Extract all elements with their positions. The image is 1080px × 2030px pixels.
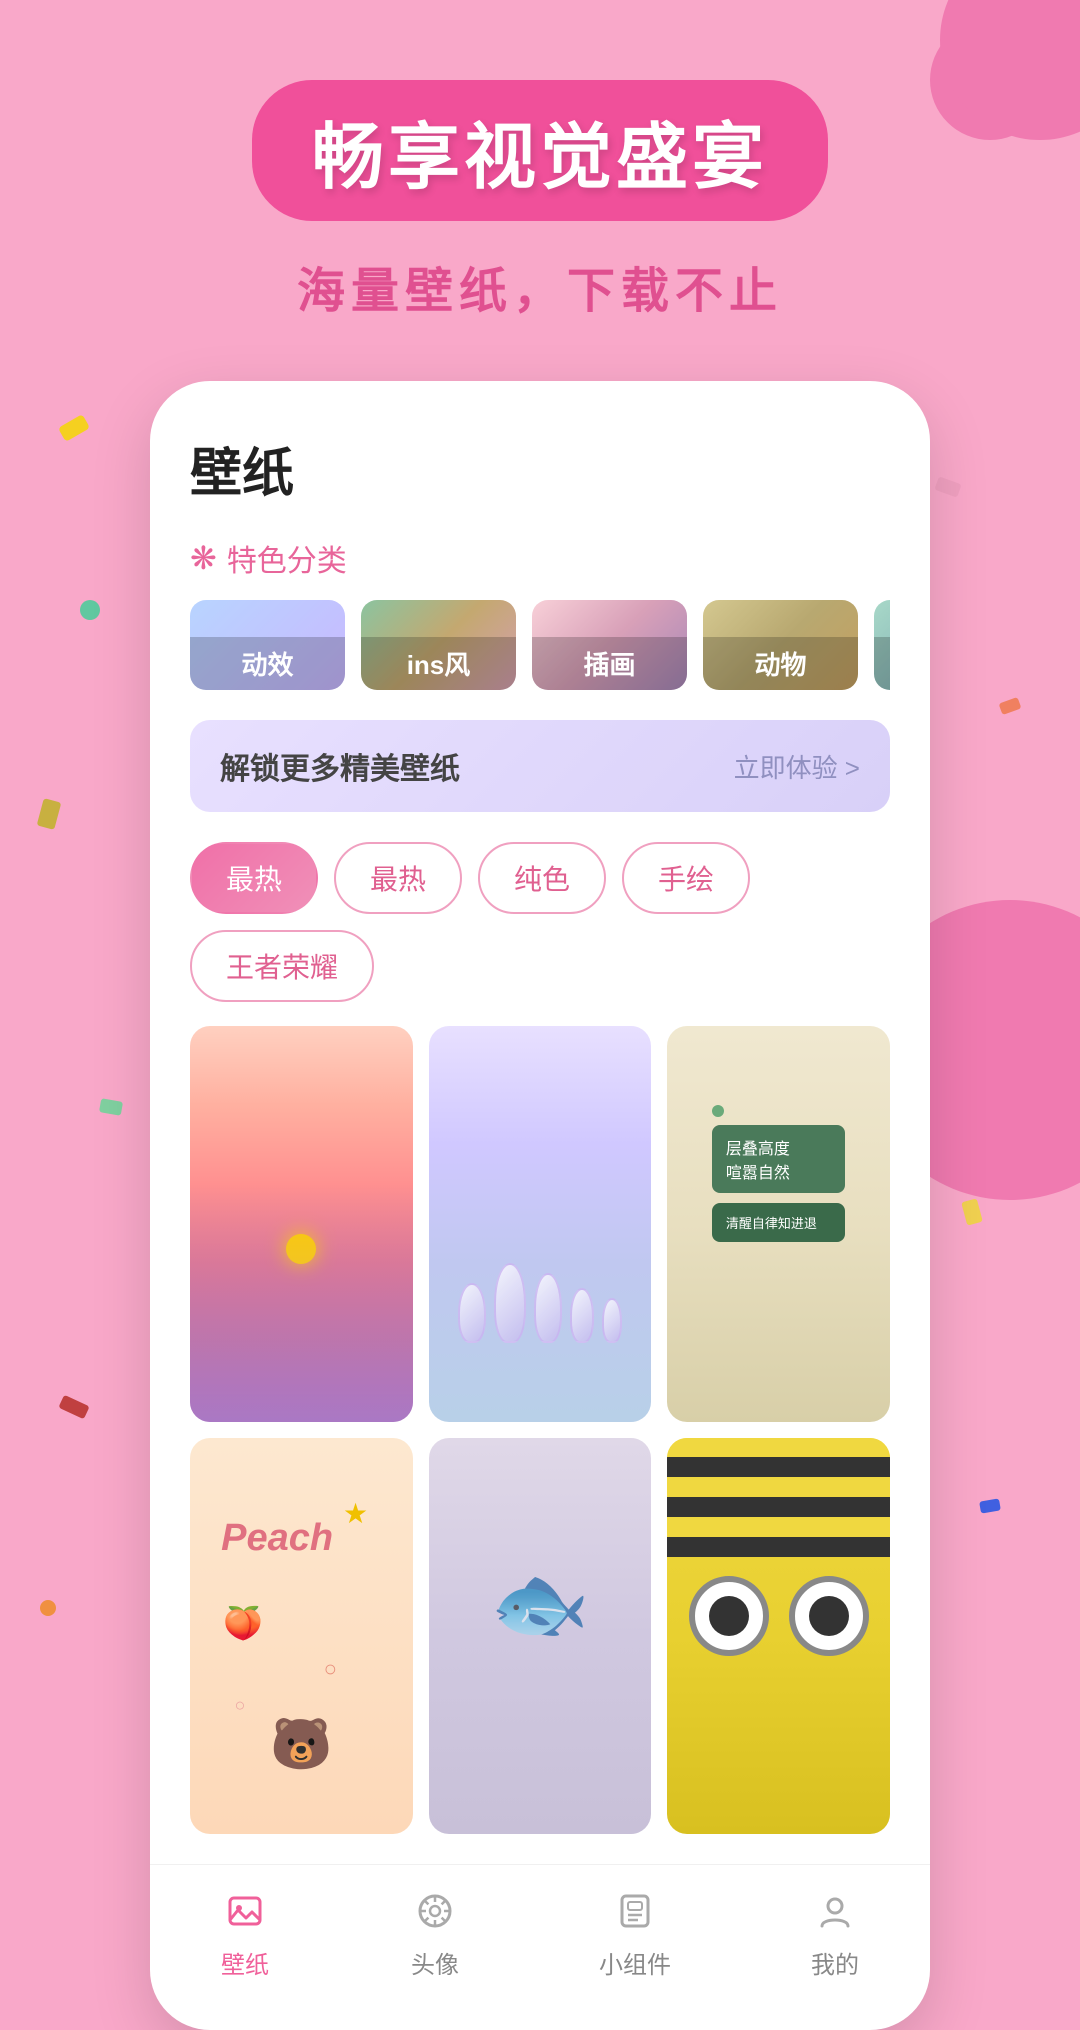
nav-icon-wallpaper (219, 1885, 271, 1937)
category-item-color[interactable]: 色 (874, 600, 890, 690)
minion-eyes (667, 1576, 890, 1656)
nav-icon-widget (609, 1885, 661, 1937)
peach-circle-2: ○ (235, 1695, 246, 1716)
peach-bear: 🐻 (270, 1715, 332, 1774)
confetti-9 (979, 1498, 1001, 1513)
wallpaper-pink-fish[interactable]: 🐟 (429, 1438, 652, 1834)
peach-circle-1: ○ (324, 1656, 337, 1682)
category-label-motion: 动效 (190, 637, 345, 690)
wallpaper-sunset[interactable] (190, 1026, 413, 1422)
confetti-5 (999, 697, 1022, 715)
note-dot (712, 1105, 724, 1117)
wp-notes-content: 层叠高度 喧嚣自然 清醒自律知进退 (667, 1026, 890, 1422)
nav-item-widget[interactable]: 小组件 (599, 1885, 671, 1980)
page-title: 壁纸 (190, 431, 890, 506)
unlock-text: 解锁更多精美壁纸 (220, 744, 460, 788)
filter-tab-honor[interactable]: 王者荣耀 (190, 930, 374, 1002)
peach-text: Peach (221, 1517, 333, 1560)
bottom-nav: 壁纸 头像 (150, 1864, 930, 2010)
note-card-text-3: 清醒自律知进退 (726, 1213, 832, 1232)
unlock-banner[interactable]: 解锁更多精美壁纸 立即体验 > (190, 720, 890, 812)
minion-pupil-right (809, 1596, 849, 1636)
wallpaper-grid: 层叠高度 喧嚣自然 清醒自律知进退 Peach ★ 🐻 🍑 (190, 1026, 890, 1844)
confetti-10 (40, 1600, 56, 1616)
filter-tab-hot2[interactable]: 最热 (334, 842, 462, 914)
section-text: 特色分类 (227, 536, 347, 580)
category-item-illustration[interactable]: 插画 (532, 600, 687, 690)
wp-minion-content (667, 1438, 890, 1834)
filter-tab-pure[interactable]: 纯色 (478, 842, 606, 914)
note-card-2: 清醒自律知进退 (712, 1203, 846, 1242)
crystal-2 (494, 1263, 526, 1343)
header-section: 畅享视觉盛宴 海量壁纸，下载不止 (0, 0, 1080, 321)
peach-fruit: 🍑 (223, 1604, 263, 1642)
nav-label-widget: 小组件 (599, 1945, 671, 1980)
crystal-3 (534, 1273, 562, 1343)
filter-tabs: 最热 最热 纯色 手绘 王者荣耀 (190, 842, 890, 1002)
nav-label-wallpaper: 壁纸 (221, 1945, 269, 1980)
category-label-ins: ins风 (361, 637, 516, 690)
wallpaper-minion[interactable] (667, 1438, 890, 1834)
minion-eye-right (789, 1576, 869, 1656)
confetti-7 (961, 1198, 983, 1225)
wallpaper-crystals[interactable] (429, 1026, 652, 1422)
wp-sea-overlay (190, 1184, 413, 1421)
confetti-4 (37, 798, 62, 830)
category-item-ins[interactable]: ins风 (361, 600, 516, 690)
confetti-2 (80, 600, 100, 620)
nav-label-avatar: 头像 (411, 1945, 459, 1980)
wp-crystals-content (429, 1026, 652, 1422)
confetti-6 (99, 1098, 123, 1116)
category-label-color: 色 (874, 637, 890, 690)
nav-item-avatar[interactable]: 头像 (409, 1885, 461, 1980)
nav-item-wallpaper[interactable]: 壁纸 (219, 1885, 271, 1980)
crystal-5 (602, 1298, 622, 1343)
wallpaper-peach[interactable]: Peach ★ 🐻 🍑 ○ ○ (190, 1438, 413, 1834)
wp-peach-content: Peach ★ 🐻 🍑 ○ ○ (190, 1438, 413, 1834)
note-card-text-2: 喧嚣自然 (726, 1159, 832, 1183)
header-title-bubble: 畅享视觉盛宴 (252, 80, 828, 221)
wp-sunset-content (190, 1026, 413, 1422)
section-label: ❋ 特色分类 (190, 536, 890, 580)
phone-mockup: 壁纸 ❋ 特色分类 动效 ins风 插画 动物 (150, 381, 930, 2030)
nav-label-mine: 我的 (811, 1945, 859, 1980)
filter-tab-hot1[interactable]: 最热 (190, 842, 318, 914)
category-label-animal: 动物 (703, 637, 858, 690)
wallpaper-notes[interactable]: 层叠高度 喧嚣自然 清醒自律知进退 (667, 1026, 890, 1422)
crystal-shapes (429, 1263, 652, 1343)
header-title: 畅享视觉盛宴 (312, 98, 768, 203)
app-content: 壁纸 ❋ 特色分类 动效 ins风 插画 动物 (150, 381, 930, 1844)
header-subtitle: 海量壁纸，下载不止 (0, 251, 1080, 321)
confetti-8 (58, 1395, 89, 1420)
minion-pupil-left (709, 1596, 749, 1636)
nav-item-mine[interactable]: 我的 (809, 1885, 861, 1980)
minion-stripes (667, 1438, 890, 1557)
category-label-illustration: 插画 (532, 637, 687, 690)
note-card-text-1: 层叠高度 (726, 1135, 832, 1159)
peach-star: ★ (343, 1497, 368, 1530)
category-item-animal[interactable]: 动物 (703, 600, 858, 690)
confetti-1 (58, 414, 90, 442)
section-icon: ❋ (190, 539, 217, 577)
wp-pink-fish-content: 🐟 (429, 1438, 652, 1834)
pink-fish-emoji: 🐟 (490, 1557, 590, 1651)
filter-tab-handpaint[interactable]: 手绘 (622, 842, 750, 914)
nav-icon-avatar (409, 1885, 461, 1937)
confetti-3 (934, 476, 961, 497)
crystal-4 (570, 1288, 594, 1343)
nav-icon-mine (809, 1885, 861, 1937)
crystal-1 (458, 1283, 486, 1343)
category-scroll: 动效 ins风 插画 动物 色 (190, 600, 890, 690)
note-card-1: 层叠高度 喧嚣自然 (712, 1125, 846, 1193)
category-item-motion[interactable]: 动效 (190, 600, 345, 690)
unlock-cta[interactable]: 立即体验 > (734, 748, 860, 785)
minion-eye-left (689, 1576, 769, 1656)
notes-overlay: 层叠高度 喧嚣自然 清醒自律知进退 (712, 1105, 846, 1252)
